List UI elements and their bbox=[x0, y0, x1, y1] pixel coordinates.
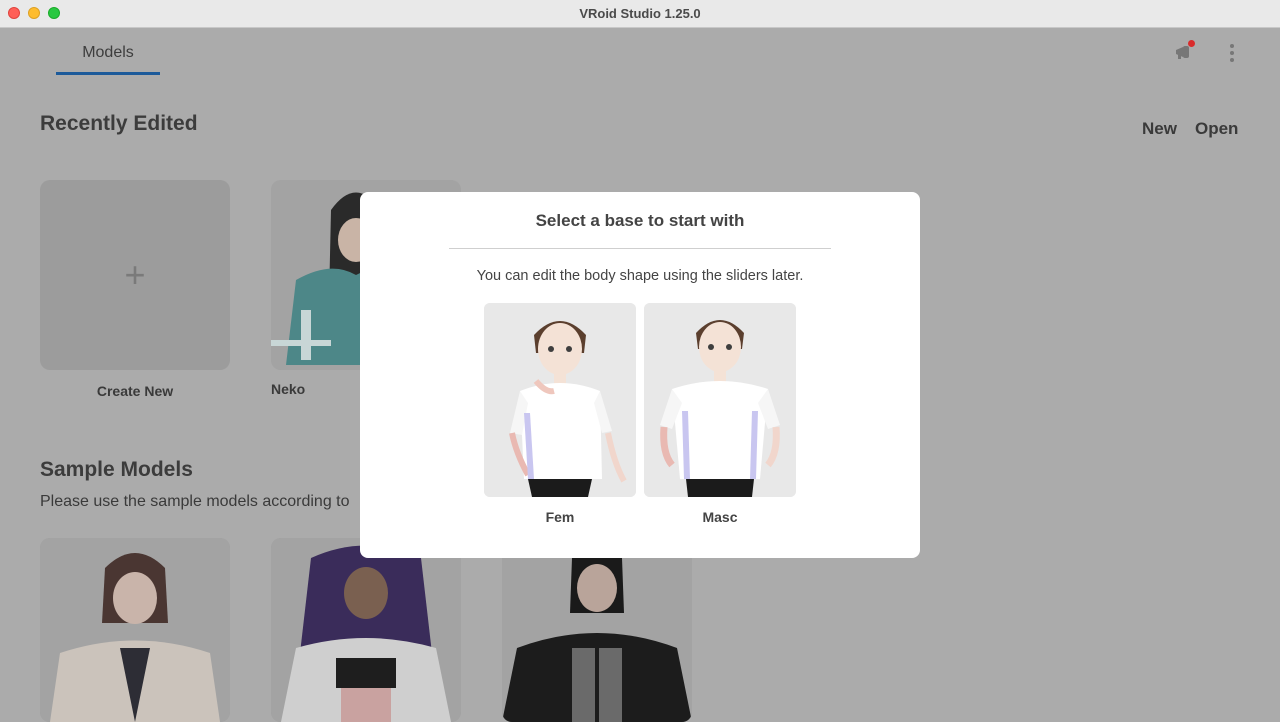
more-menu-button[interactable] bbox=[1218, 39, 1246, 67]
sample-model-card[interactable] bbox=[502, 538, 692, 722]
dialog-divider bbox=[449, 248, 831, 249]
notification-badge bbox=[1188, 40, 1195, 47]
masc-option-label: Masc bbox=[702, 509, 738, 525]
plus-icon: + bbox=[124, 254, 146, 295]
minimize-window-button[interactable] bbox=[28, 7, 40, 19]
more-vertical-icon bbox=[1230, 44, 1234, 62]
tab-models[interactable]: Models bbox=[56, 29, 160, 76]
open-button[interactable]: Open bbox=[1195, 119, 1238, 139]
window-title: VRoid Studio 1.25.0 bbox=[579, 6, 701, 21]
fem-option-label: Fem bbox=[545, 509, 575, 525]
recently-edited-title: Recently Edited bbox=[40, 112, 198, 135]
sample-model-card[interactable] bbox=[271, 538, 461, 722]
select-base-dialog: Select a base to start with You can edit… bbox=[360, 192, 920, 558]
close-window-button[interactable] bbox=[8, 7, 20, 19]
sample-models-title: Sample Models bbox=[40, 458, 193, 481]
masc-base-thumbnail bbox=[644, 303, 796, 497]
window-titlebar: VRoid Studio 1.25.0 bbox=[0, 0, 1280, 28]
dialog-description: You can edit the body shape using the sl… bbox=[476, 268, 804, 284]
fem-base-option[interactable] bbox=[484, 303, 636, 497]
sample-model-card[interactable] bbox=[40, 538, 230, 722]
sample-model-thumbnail bbox=[271, 538, 461, 722]
model-label-neko: Neko bbox=[271, 381, 306, 397]
create-new-card[interactable]: + bbox=[40, 180, 230, 370]
sample-model-thumbnail bbox=[40, 538, 230, 722]
tab-models-indicator bbox=[56, 72, 160, 75]
new-button[interactable]: New bbox=[1142, 119, 1177, 139]
window-controls bbox=[8, 7, 60, 19]
sample-models-description: Please use the sample models according t… bbox=[40, 493, 350, 510]
fem-base-thumbnail bbox=[484, 303, 636, 497]
zoom-window-button[interactable] bbox=[48, 7, 60, 19]
create-new-label: Create New bbox=[96, 383, 174, 399]
dialog-title: Select a base to start with bbox=[535, 211, 745, 230]
sample-model-thumbnail bbox=[502, 538, 692, 722]
masc-base-option[interactable] bbox=[644, 303, 796, 497]
announcements-button[interactable] bbox=[1170, 39, 1198, 67]
